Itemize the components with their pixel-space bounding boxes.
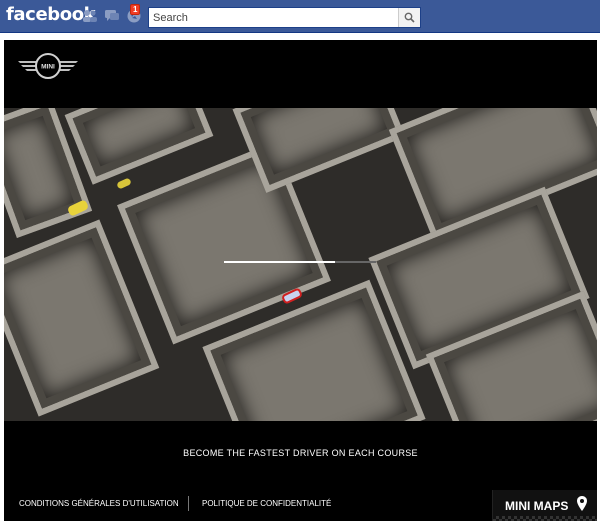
video-progress-fill bbox=[224, 261, 335, 263]
mini-logo-text: MINI bbox=[41, 64, 55, 71]
privacy-link[interactable]: POLITIQUE DE CONFIDENTIALITÉ bbox=[202, 499, 331, 508]
terms-link[interactable]: CONDITIONS GÉNÉRALES D'UTILISATION bbox=[19, 499, 179, 508]
mini-maps-badge[interactable]: MINI MAPS bbox=[492, 490, 597, 521]
search-input[interactable] bbox=[149, 8, 398, 27]
messages-icon[interactable] bbox=[104, 8, 120, 24]
footer-divider bbox=[188, 496, 189, 511]
search-button[interactable] bbox=[398, 8, 420, 27]
mini-maps-app: MINI BECOME THE FASTEST DRIVER ON EACH C… bbox=[4, 40, 597, 521]
friends-icon[interactable] bbox=[82, 8, 98, 24]
notification-badge: 1 bbox=[130, 4, 141, 15]
checkered-strip bbox=[493, 516, 597, 521]
facebook-top-bar: facebook 1 bbox=[0, 0, 600, 33]
search-box bbox=[148, 7, 421, 28]
search-icon bbox=[404, 12, 415, 23]
mini-maps-label: MINI MAPS bbox=[505, 499, 569, 513]
video-progress-bar bbox=[224, 261, 376, 263]
tagline: BECOME THE FASTEST DRIVER ON EACH COURSE bbox=[183, 448, 418, 458]
aerial-map-video[interactable] bbox=[4, 108, 597, 421]
app-footer: CONDITIONS GÉNÉRALES D'UTILISATION POLIT… bbox=[4, 490, 597, 521]
mini-logo[interactable]: MINI bbox=[16, 52, 80, 80]
map-pin-icon bbox=[577, 496, 587, 511]
